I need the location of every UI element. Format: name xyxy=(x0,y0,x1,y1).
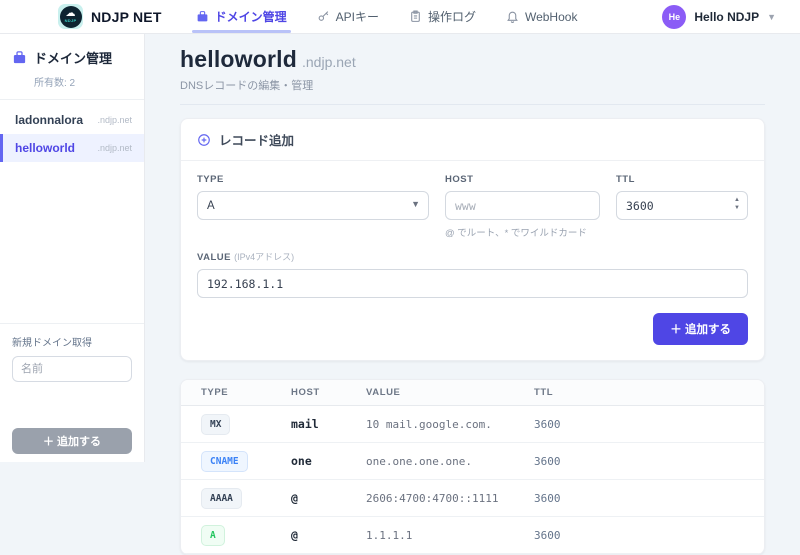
record-type-badge: AAAA xyxy=(201,488,242,509)
ttl-input[interactable] xyxy=(616,191,748,220)
plus-circle-icon xyxy=(197,133,211,147)
chevron-down-icon: ▼ xyxy=(767,12,776,22)
nav-label: ドメイン管理 xyxy=(215,8,287,25)
main-nav: ドメイン管理 APIキー 操作ログ WebHook xyxy=(196,0,578,33)
number-stepper[interactable]: ▲▼ xyxy=(734,196,740,213)
record-value: one.one.one.one. xyxy=(366,455,534,468)
nav-api-key[interactable]: APIキー xyxy=(317,0,379,33)
clipboard-icon xyxy=(409,10,422,23)
add-record-card: レコード追加 TYPE A ▼ HOST @ でルート、* でワイルドカード xyxy=(180,118,765,361)
nav-label: WebHook xyxy=(525,10,577,24)
record-host: @ xyxy=(291,491,366,505)
page-subtitle: DNSレコードの編集・管理 xyxy=(180,77,765,93)
page-title-row: helloworld .ndjp.net xyxy=(180,46,765,73)
nav-label: 操作ログ xyxy=(428,8,476,25)
record-ttl: 3600 xyxy=(534,418,764,431)
domain-item-ladonnalora[interactable]: ladonnalora .ndjp.net xyxy=(0,106,144,134)
value-input[interactable] xyxy=(197,269,748,298)
sidebar-title: ドメイン管理 xyxy=(12,48,132,67)
avatar: He xyxy=(662,5,686,29)
record-type-badge: CNAME xyxy=(201,451,248,472)
table-header-row: TYPE HOST VALUE TTL xyxy=(181,380,764,406)
host-input[interactable] xyxy=(445,191,600,220)
domain-count: 所有数: 2 xyxy=(34,74,132,89)
key-icon xyxy=(317,10,330,23)
add-record-title: レコード追加 xyxy=(219,130,294,149)
archive-box-icon xyxy=(196,10,209,23)
nav-label: APIキー xyxy=(336,8,379,25)
value-sublabel: (IPv4アドレス) xyxy=(234,252,294,262)
bell-icon xyxy=(506,10,519,23)
new-domain-section: 新規ドメイン取得 ＋ 追加する xyxy=(0,323,144,462)
record-value: 2606:4700:4700::1111 xyxy=(366,492,534,505)
sidebar-title-label: ドメイン管理 xyxy=(34,48,112,67)
add-record-form: TYPE A ▼ HOST @ でルート、* でワイルドカード TTL xyxy=(181,161,764,298)
divider xyxy=(180,104,765,105)
value-field: VALUE (IPv4アドレス) xyxy=(197,250,748,298)
col-host: HOST xyxy=(291,387,366,398)
topbar: ☁ NDJP NDJP NET ドメイン管理 APIキー 操作ログ WebHoo… xyxy=(0,0,800,34)
table-row[interactable]: AAAA @ 2606:4700:4700::1111 3600 xyxy=(181,480,764,517)
page-title-suffix: .ndjp.net xyxy=(302,54,356,70)
user-menu[interactable]: He Hello NDJP ▼ xyxy=(662,5,776,29)
record-type-badge: A xyxy=(201,525,225,546)
sidebar: ドメイン管理 所有数: 2 ladonnalora .ndjp.net hell… xyxy=(0,34,145,462)
nav-operation-log[interactable]: 操作ログ xyxy=(409,0,476,33)
record-ttl: 3600 xyxy=(534,492,764,505)
ndjp-logo-icon: ☁ NDJP xyxy=(58,4,83,29)
page-title: helloworld xyxy=(180,46,297,73)
host-field: HOST @ でルート、* でワイルドカード xyxy=(445,174,600,239)
archive-box-icon xyxy=(12,50,27,65)
add-record-card-header: レコード追加 xyxy=(181,119,764,161)
divider xyxy=(0,99,144,100)
domain-list: ladonnalora .ndjp.net helloworld .ndjp.n… xyxy=(0,106,144,162)
value-label: VALUE (IPv4アドレス) xyxy=(197,250,748,263)
ttl-field: TTL ▲▼ xyxy=(616,174,748,239)
table-row[interactable]: MX mail 10 mail.google.com. 3600 xyxy=(181,406,764,443)
record-host: mail xyxy=(291,417,366,431)
host-label: HOST xyxy=(445,174,600,185)
type-select[interactable]: A xyxy=(197,191,429,220)
new-domain-label: 新規ドメイン取得 xyxy=(12,334,132,349)
add-domain-button[interactable]: ＋ 追加する xyxy=(12,428,132,454)
new-domain-input[interactable] xyxy=(12,356,132,382)
host-hint: @ でルート、* でワイルドカード xyxy=(445,225,600,239)
record-host: one xyxy=(291,454,366,468)
user-name: Hello NDJP xyxy=(694,10,759,24)
record-type-badge: MX xyxy=(201,414,230,435)
nav-webhook[interactable]: WebHook xyxy=(506,0,577,33)
brand-title: NDJP NET xyxy=(91,9,162,25)
col-type: TYPE xyxy=(201,387,291,398)
records-table-card: TYPE HOST VALUE TTL MX mail 10 mail.goog… xyxy=(180,379,765,555)
type-label: TYPE xyxy=(197,174,429,185)
type-field: TYPE A ▼ xyxy=(197,174,429,239)
col-value: VALUE xyxy=(366,387,534,398)
domain-name: ladonnalora xyxy=(15,113,83,127)
record-value: 1.1.1.1 xyxy=(366,529,534,542)
table-row[interactable]: A @ 1.1.1.1 3600 xyxy=(181,517,764,554)
main-content: helloworld .ndjp.net DNSレコードの編集・管理 レコード追… xyxy=(145,34,800,462)
domain-suffix: .ndjp.net xyxy=(97,143,132,153)
submit-row: ＋ 追加する xyxy=(181,298,764,360)
domain-suffix: .ndjp.net xyxy=(97,115,132,125)
domain-name: helloworld xyxy=(15,141,75,155)
add-record-button[interactable]: ＋ 追加する xyxy=(653,313,748,345)
record-ttl: 3600 xyxy=(534,529,764,542)
record-ttl: 3600 xyxy=(534,455,764,468)
record-value: 10 mail.google.com. xyxy=(366,418,534,431)
col-ttl: TTL xyxy=(534,387,764,398)
domain-item-helloworld[interactable]: helloworld .ndjp.net xyxy=(0,134,144,162)
record-host: @ xyxy=(291,528,366,542)
sidebar-header: ドメイン管理 所有数: 2 xyxy=(0,34,144,99)
ttl-label: TTL xyxy=(616,174,748,185)
nav-domain-management[interactable]: ドメイン管理 xyxy=(196,0,287,33)
